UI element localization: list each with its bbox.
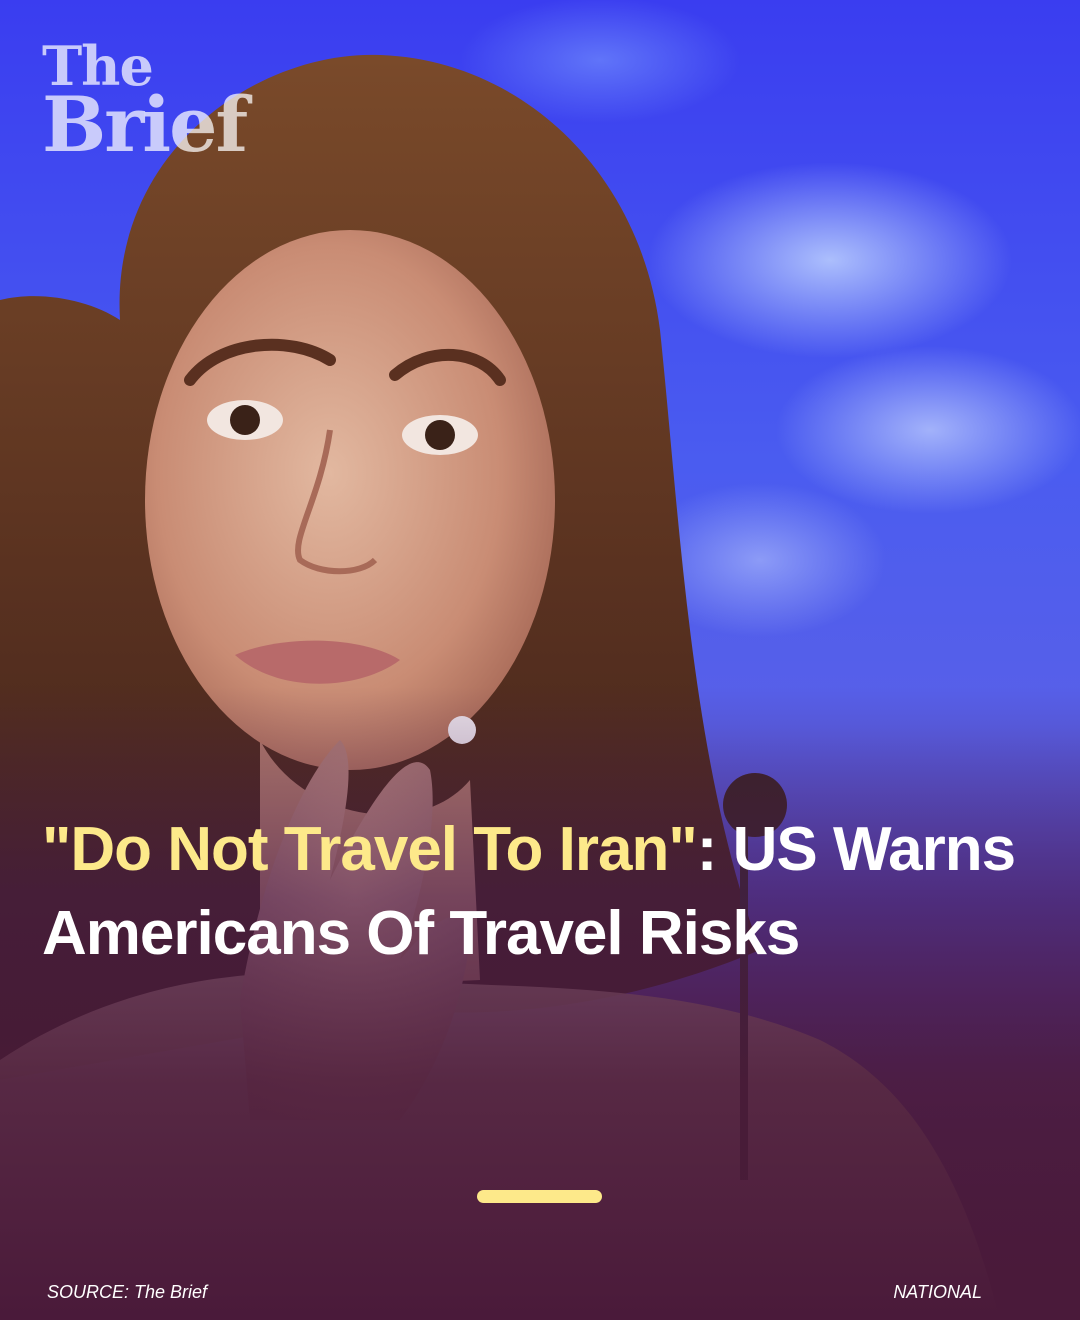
logo-line-brief: Brief <box>42 79 248 169</box>
category-label: NATIONAL <box>893 1282 982 1302</box>
headline-highlight: "Do Not Travel To Iran" <box>42 815 698 884</box>
slide-indicator[interactable] <box>477 1190 602 1203</box>
source-credit: SOURCE: The Brief <box>47 1282 208 1302</box>
story-card: The Brief "Do Not Travel To Iran": US Wa… <box>0 0 1080 1320</box>
headline: "Do Not Travel To Iran": US Warns Americ… <box>42 808 1022 976</box>
bottom-gradient-overlay <box>0 0 1080 1320</box>
the-brief-logo: The Brief <box>42 39 248 169</box>
